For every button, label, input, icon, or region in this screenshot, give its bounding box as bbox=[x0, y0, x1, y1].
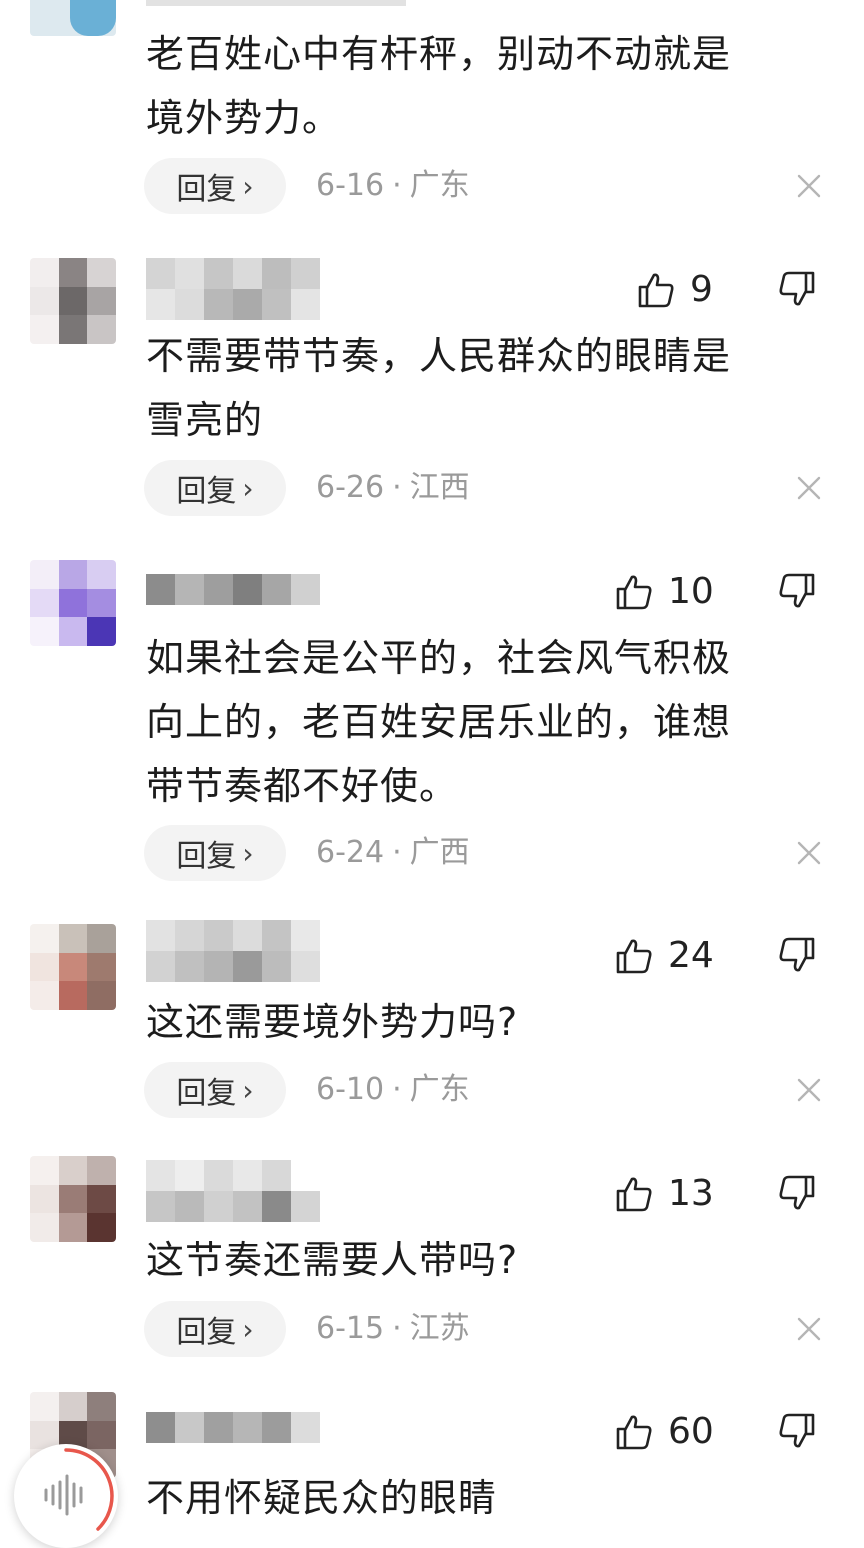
comment-meta: 6-16 · 广东 bbox=[316, 168, 470, 203]
close-icon[interactable] bbox=[796, 475, 822, 501]
comment-location: 广东 bbox=[409, 1072, 470, 1107]
username-pixelated[interactable] bbox=[146, 1412, 321, 1448]
chevron-right-icon: › bbox=[242, 1073, 254, 1107]
comment-text: 老百姓心中有杆秤，别动不动就是 境外势力。 bbox=[146, 32, 732, 140]
audio-wave-icon bbox=[44, 1448, 114, 1531]
comment-meta: 6-15 · 江苏 bbox=[316, 1311, 470, 1346]
comment-location: 广东 bbox=[409, 168, 470, 203]
thumbs-down-icon[interactable] bbox=[776, 1172, 818, 1214]
comment-location: 广西 bbox=[409, 835, 470, 870]
comment-date: 6-24 bbox=[316, 835, 385, 870]
comment-meta: 6-24 · 广西 bbox=[316, 835, 470, 870]
comment-text: 这节奏还需要人带吗? bbox=[146, 1238, 519, 1282]
username-pixelated[interactable] bbox=[146, 0, 406, 6]
like-count: 60 bbox=[668, 1411, 714, 1452]
thumbs-up-icon bbox=[616, 1177, 652, 1212]
comment-text: 不用怀疑民众的眼睛 bbox=[146, 1476, 498, 1520]
comment-date: 6-10 bbox=[316, 1072, 385, 1107]
thumbs-down-icon[interactable] bbox=[776, 934, 818, 976]
like-button[interactable]: 24 bbox=[614, 934, 714, 978]
close-icon[interactable] bbox=[796, 840, 822, 866]
reply-button[interactable]: 回复 › bbox=[144, 158, 286, 214]
avatar[interactable] bbox=[30, 560, 116, 646]
reply-button[interactable]: 回复 › bbox=[144, 825, 286, 881]
reply-label: 回复 bbox=[176, 172, 237, 207]
chevron-right-icon: › bbox=[242, 1312, 254, 1346]
like-count: 9 bbox=[690, 269, 713, 310]
like-count: 10 bbox=[668, 571, 714, 612]
like-button[interactable]: 10 bbox=[614, 570, 714, 614]
chevron-right-icon: › bbox=[242, 836, 254, 870]
username-pixelated[interactable] bbox=[146, 574, 321, 606]
thumbs-down-icon[interactable] bbox=[776, 1410, 818, 1452]
thumbs-up-icon bbox=[616, 575, 652, 610]
comment-text: 这还需要境外势力吗? bbox=[146, 1000, 519, 1044]
comment-meta: 6-10 · 广东 bbox=[316, 1072, 470, 1107]
comment-text: 不需要带节奏，人民群众的眼睛是 雪亮的 bbox=[146, 334, 732, 442]
comment-meta: 6-26 · 江西 bbox=[316, 470, 470, 505]
reply-label: 回复 bbox=[176, 474, 237, 509]
comment-date: 6-15 bbox=[316, 1311, 385, 1346]
username-pixelated[interactable] bbox=[146, 920, 346, 982]
close-icon[interactable] bbox=[796, 1077, 822, 1103]
thumbs-up-icon bbox=[638, 273, 674, 308]
like-button[interactable]: 13 bbox=[614, 1172, 714, 1216]
thumbs-down-icon[interactable] bbox=[776, 570, 818, 612]
like-count: 13 bbox=[668, 1173, 714, 1214]
like-count: 24 bbox=[668, 935, 714, 976]
comment-location: 江西 bbox=[409, 470, 470, 505]
username-pixelated[interactable] bbox=[146, 1160, 321, 1222]
reply-button[interactable]: 回复 › bbox=[144, 1062, 286, 1118]
reply-label: 回复 bbox=[176, 1315, 237, 1350]
like-button[interactable]: 60 bbox=[614, 1410, 714, 1454]
audio-play-button[interactable] bbox=[14, 1444, 118, 1548]
username-pixelated[interactable] bbox=[146, 258, 346, 320]
avatar[interactable] bbox=[30, 258, 116, 344]
thumbs-up-icon bbox=[616, 939, 652, 974]
reply-button[interactable]: 回复 › bbox=[144, 1301, 286, 1357]
thumbs-down-icon[interactable] bbox=[776, 268, 818, 310]
reply-button[interactable]: 回复 › bbox=[144, 460, 286, 516]
reply-label: 回复 bbox=[176, 839, 237, 874]
comment-date: 6-26 bbox=[316, 470, 385, 505]
like-button[interactable]: 9 bbox=[636, 268, 713, 312]
chevron-right-icon: › bbox=[242, 471, 254, 505]
comment-text: 如果社会是公平的，社会风气积极 向上的，老百姓安居乐业的，谁想 带节奏都不好使。 bbox=[146, 636, 732, 808]
avatar[interactable] bbox=[30, 0, 116, 36]
thumbs-up-icon bbox=[616, 1415, 652, 1450]
avatar[interactable] bbox=[30, 1156, 116, 1242]
close-icon[interactable] bbox=[796, 173, 822, 199]
reply-label: 回复 bbox=[176, 1076, 237, 1111]
close-icon[interactable] bbox=[796, 1316, 822, 1342]
avatar[interactable] bbox=[30, 924, 116, 1010]
chevron-right-icon: › bbox=[242, 169, 254, 203]
comment-location: 江苏 bbox=[409, 1311, 470, 1346]
comment-date: 6-16 bbox=[316, 168, 385, 203]
